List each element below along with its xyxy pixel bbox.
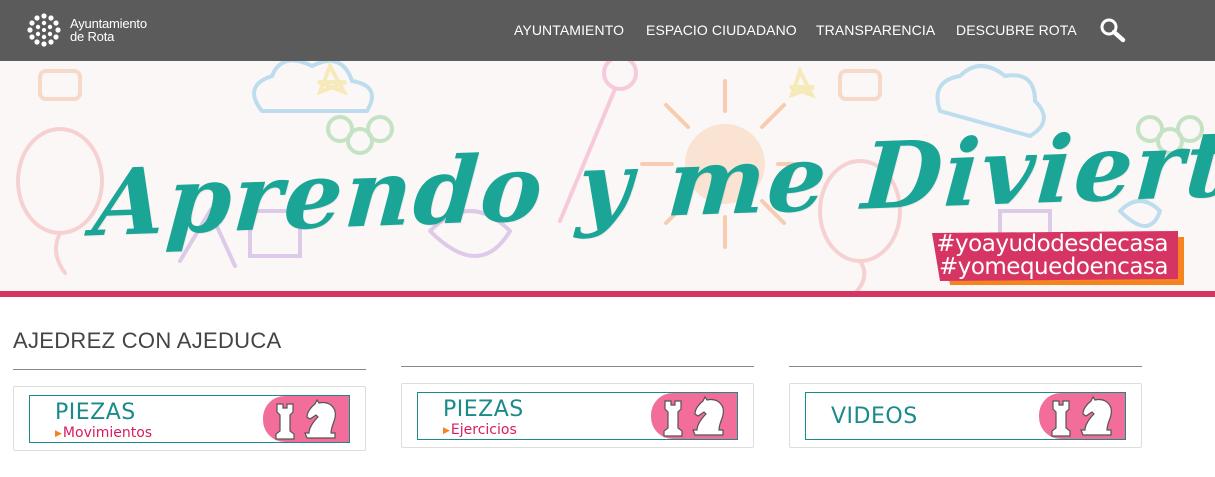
card-title: PIEZAS xyxy=(443,397,524,422)
top-navigation-bar: Ayuntamiento de Rota AYUNTAMIENTO ESPACI… xyxy=(0,0,1215,61)
card-title: VIDEOS xyxy=(831,404,918,429)
card-banner: PIEZAS ▶Ejercicios xyxy=(417,392,738,440)
card-subtitle: ▶Ejercicios xyxy=(443,422,517,438)
chess-rook-knight-icon xyxy=(275,398,337,440)
card-subtitle: ▶Movimientos xyxy=(55,425,152,441)
chess-panel xyxy=(651,393,737,439)
chess-panel xyxy=(1039,393,1125,439)
arrow-right-icon: ▶ xyxy=(443,426,450,436)
card-subtitle-text: Ejercicios xyxy=(450,422,517,438)
site-logo[interactable]: Ayuntamiento de Rota xyxy=(27,13,147,47)
card-videos[interactable]: VIDEOS xyxy=(789,383,1142,448)
card-banner: PIEZAS ▶Movimientos xyxy=(29,395,350,443)
chess-rook-knight-icon xyxy=(1051,395,1113,437)
arrow-right-icon: ▶ xyxy=(55,429,62,439)
nav-item-descubre-rota[interactable]: DESCUBRE ROTA xyxy=(956,22,1077,38)
column-divider-2 xyxy=(401,366,754,367)
logo-text: Ayuntamiento de Rota xyxy=(70,17,147,43)
nav-item-ayuntamiento[interactable]: AYUNTAMIENTO xyxy=(514,22,624,38)
municipal-logo-icon xyxy=(27,13,61,47)
column-divider-3 xyxy=(789,366,1142,367)
banner-bottom-bar xyxy=(0,291,1215,297)
card-subtitle-text: Movimientos xyxy=(62,425,153,441)
hashtag-2: #yomequedoencasa xyxy=(938,254,1169,280)
nav-item-transparencia[interactable]: TRANSPARENCIA xyxy=(816,22,935,38)
card-banner: VIDEOS xyxy=(805,392,1126,440)
search-icon[interactable] xyxy=(1099,17,1127,43)
hero-banner: Aprendo y me Divierto #yoayudodesdecasa … xyxy=(0,61,1215,291)
chess-panel xyxy=(263,396,349,442)
card-title: PIEZAS xyxy=(55,400,136,425)
chess-rook-knight-icon xyxy=(663,395,725,437)
section-title: AJEDREZ CON AJEDUCA xyxy=(13,328,282,353)
card-piezas-ejercicios[interactable]: PIEZAS ▶Ejercicios xyxy=(401,383,754,448)
logo-line-2: de Rota xyxy=(70,29,115,44)
card-piezas-movimientos[interactable]: PIEZAS ▶Movimientos xyxy=(13,386,366,451)
nav-item-espacio-ciudadano[interactable]: ESPACIO CIUDADANO xyxy=(646,22,797,38)
hashtag-badge: #yoayudodesdecasa #yomequedoencasa xyxy=(932,231,1184,285)
column-divider-1 xyxy=(13,369,366,370)
